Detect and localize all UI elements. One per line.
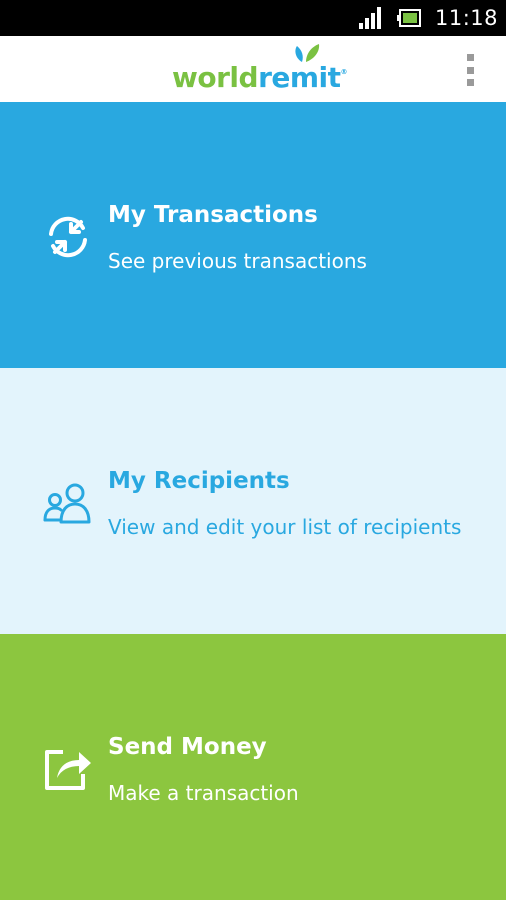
logo-text-world: world — [172, 61, 259, 94]
transactions-icon — [49, 216, 87, 258]
worldremit-logo: worldremit® — [172, 44, 348, 98]
overflow-menu-dot — [466, 66, 474, 74]
recipients-icon — [43, 483, 91, 524]
my-recipients-tile[interactable]: My Recipients View and edit your list of… — [0, 368, 506, 634]
tile-title: My Recipients — [108, 468, 290, 494]
logo-leaf-icon — [295, 44, 320, 62]
app-bar: worldremit® — [0, 36, 506, 103]
overflow-menu-button[interactable] — [464, 54, 476, 86]
overflow-menu-icon — [466, 54, 474, 61]
status-time: 11:18 — [434, 6, 498, 30]
tile-subtitle: Make a transaction — [108, 781, 299, 805]
overflow-menu-dot — [466, 79, 474, 86]
tile-subtitle: See previous transactions — [108, 249, 367, 273]
logo-registered-mark: ® — [340, 68, 348, 76]
tile-subtitle: View and edit your list of recipients — [108, 515, 462, 539]
tile-title: My Transactions — [108, 202, 318, 228]
send-money-icon — [45, 750, 91, 790]
send-money-tile[interactable]: Send Money Make a transaction — [0, 634, 506, 900]
logo-text-remit: remit — [258, 61, 341, 94]
battery-icon — [396, 9, 421, 27]
status-icons: 11:18 — [358, 0, 498, 36]
tile-title: Send Money — [108, 734, 267, 760]
status-bar: 11:18 — [0, 0, 506, 36]
signal-icon — [358, 7, 381, 29]
my-transactions-tile[interactable]: My Transactions See previous transaction… — [0, 102, 506, 368]
